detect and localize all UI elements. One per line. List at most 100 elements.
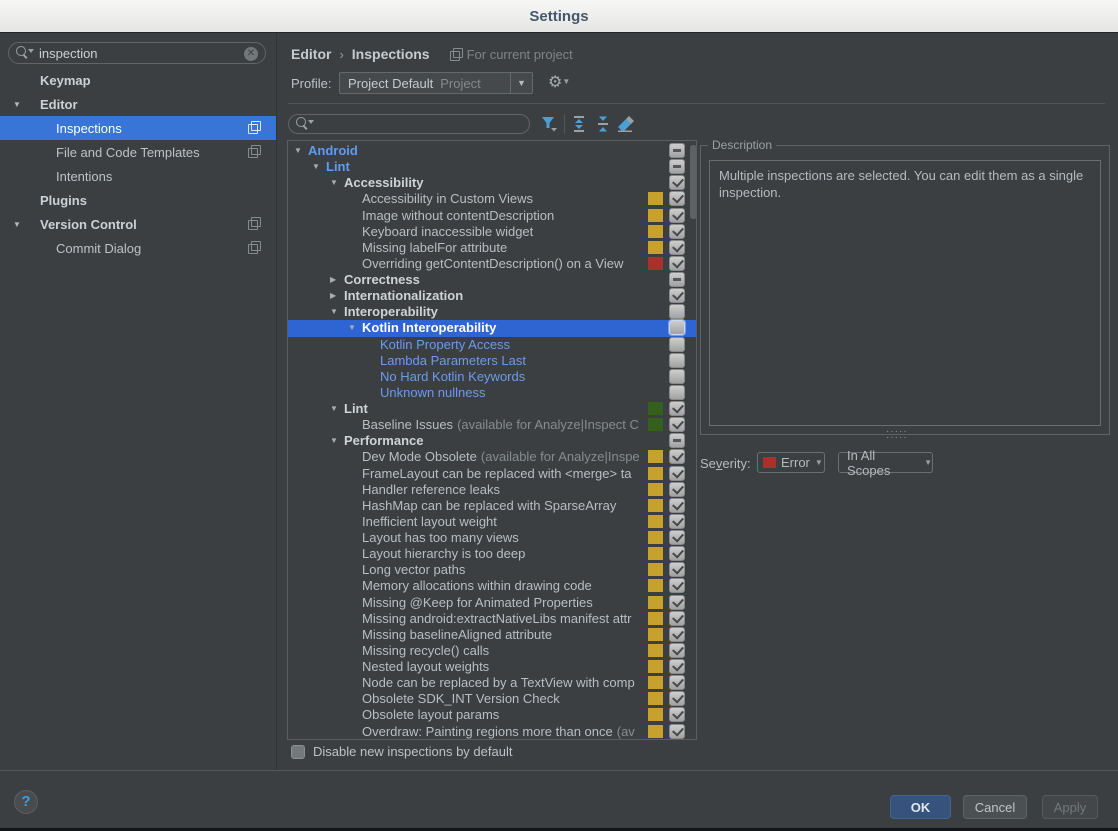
- sidebar-item-commit-dialog[interactable]: Commit Dialog: [0, 236, 276, 260]
- inspection-enabled-checkbox[interactable]: [669, 417, 685, 433]
- tree-row-performance[interactable]: ▼ Performance: [288, 433, 696, 449]
- inspection-enabled-checkbox[interactable]: [669, 659, 685, 674]
- tree-row-unknown-nullness[interactable]: Unknown nullness: [288, 384, 696, 401]
- expand-all-icon[interactable]: [570, 115, 588, 133]
- inspection-enabled-checkbox[interactable]: [669, 401, 685, 416]
- tree-row-accessibility-in-custom-views[interactable]: Accessibility in Custom Views: [288, 191, 696, 207]
- tree-row-accessibility[interactable]: ▼ Accessibility: [288, 175, 696, 191]
- sidebar-item-file-and-code-templates[interactable]: File and Code Templates: [0, 140, 276, 164]
- tree-row-missing-keep-for-animated-properties[interactable]: Missing @Keep for Animated Properties: [288, 594, 696, 611]
- tree-row-overdraw-painting-regions-more-than-once[interactable]: Overdraw: Painting regions more than onc…: [288, 723, 696, 740]
- inspection-enabled-checkbox[interactable]: [669, 481, 685, 497]
- tree-row-framelayout-can-be-replaced-with-merge-ta[interactable]: FrameLayout can be replaced with <merge>…: [288, 465, 696, 482]
- tree-row-dev-mode-obsolete[interactable]: Dev Mode Obsolete (available for Analyze|…: [288, 449, 696, 465]
- inspection-enabled-checkbox[interactable]: [669, 449, 685, 465]
- tree-row-missing-baselinealigned-attribute[interactable]: Missing baselineAligned attribute: [288, 626, 696, 643]
- inspection-enabled-checkbox[interactable]: [669, 368, 685, 384]
- inspection-enabled-checkbox[interactable]: [669, 433, 685, 449]
- tree-collapse-arrow-icon[interactable]: ▼: [328, 433, 344, 449]
- tree-collapse-arrow-icon[interactable]: ▼: [292, 143, 308, 159]
- inspection-enabled-checkbox[interactable]: [669, 191, 685, 207]
- tree-row-long-vector-paths[interactable]: Long vector paths: [288, 562, 696, 578]
- tree-row-no-hard-kotlin-keywords[interactable]: No Hard Kotlin Keywords: [288, 368, 696, 385]
- tree-collapse-arrow-icon[interactable]: ▼: [328, 175, 344, 191]
- inspection-enabled-checkbox[interactable]: [669, 272, 685, 287]
- inspection-enabled-checkbox[interactable]: [669, 352, 685, 368]
- inspection-enabled-checkbox[interactable]: [669, 530, 685, 545]
- tree-row-obsolete-layout-params[interactable]: Obsolete layout params: [288, 707, 696, 723]
- severity-combobox[interactable]: Error ▼: [757, 452, 825, 473]
- chevron-down-icon[interactable]: ▼: [13, 100, 21, 109]
- help-button[interactable]: ?: [14, 790, 38, 814]
- profile-combobox[interactable]: Project Default Project ▼: [339, 72, 533, 94]
- tree-row-obsolete-sdk-int-version-check[interactable]: Obsolete SDK_INT Version Check: [288, 691, 696, 707]
- tree-row-correctness[interactable]: ▶ Correctness: [288, 272, 696, 288]
- titlebar[interactable]: Settings: [0, 0, 1118, 33]
- tree-row-kotlin-property-access[interactable]: Kotlin Property Access: [288, 336, 696, 353]
- tree-row-baseline-issues[interactable]: Baseline Issues (available for Analyze|In…: [288, 417, 696, 433]
- tree-row-node-can-be-replaced-by-a-textview-with-comp[interactable]: Node can be replaced by a TextView with …: [288, 675, 696, 691]
- tree-row-inefficient-layout-weight[interactable]: Inefficient layout weight: [288, 513, 696, 530]
- tree-row-missing-labelfor-attribute[interactable]: Missing labelFor attribute: [288, 239, 696, 256]
- sidebar-item-inspections[interactable]: Inspections: [0, 116, 276, 140]
- disable-new-inspections-checkbox[interactable]: [291, 745, 305, 759]
- tree-row-image-without-contentdescription[interactable]: Image without contentDescription: [288, 207, 696, 224]
- inspection-enabled-checkbox[interactable]: [669, 594, 685, 610]
- inspection-enabled-checkbox[interactable]: [669, 691, 685, 707]
- tree-row-layout-hierarchy-is-too-deep[interactable]: Layout hierarchy is too deep: [288, 546, 696, 562]
- apply-button[interactable]: Apply: [1042, 795, 1098, 819]
- settings-search-input[interactable]: inspection ✕: [8, 42, 266, 64]
- inspections-filter-input[interactable]: [288, 114, 530, 134]
- inspection-enabled-checkbox[interactable]: [669, 255, 685, 271]
- inspection-enabled-checkbox[interactable]: [669, 707, 685, 723]
- tree-row-missing-recycle-calls[interactable]: Missing recycle() calls: [288, 642, 696, 659]
- cancel-button[interactable]: Cancel: [963, 795, 1027, 819]
- tree-row-lambda-parameters-last[interactable]: Lambda Parameters Last: [288, 352, 696, 369]
- inspection-enabled-checkbox[interactable]: [669, 223, 685, 239]
- inspection-enabled-checkbox[interactable]: [669, 610, 685, 626]
- scope-combobox[interactable]: In All Scopes ▼: [838, 448, 933, 478]
- chevron-down-icon[interactable]: ▼: [510, 73, 532, 93]
- tree-row-interoperability[interactable]: ▼ Interoperability: [288, 304, 696, 320]
- tree-collapse-arrow-icon[interactable]: ▼: [310, 159, 326, 175]
- sidebar-item-plugins[interactable]: Plugins: [0, 188, 276, 212]
- sidebar-item-editor[interactable]: ▼ Editor: [0, 92, 276, 116]
- breadcrumb-section[interactable]: Editor: [291, 46, 331, 62]
- tree-row-lint[interactable]: ▼ Lint: [288, 159, 696, 175]
- inspection-enabled-checkbox[interactable]: [669, 626, 685, 642]
- inspection-enabled-checkbox[interactable]: [669, 207, 685, 223]
- inspection-enabled-checkbox[interactable]: [669, 320, 685, 336]
- tree-row-missing-android-extractnativelibs-manifest-attr[interactable]: Missing android:extractNativeLibs manife…: [288, 610, 696, 627]
- inspection-enabled-checkbox[interactable]: [669, 175, 685, 191]
- tree-row-hashmap-can-be-replaced-with-sparsearray[interactable]: HashMap can be replaced with SparseArray: [288, 497, 696, 514]
- splitter-grip-handle[interactable]: ····· ·····: [886, 427, 908, 443]
- inspection-enabled-checkbox[interactable]: [669, 336, 685, 352]
- tree-row-internationalization[interactable]: ▶ Internationalization: [288, 288, 696, 304]
- inspection-enabled-checkbox[interactable]: [669, 578, 685, 594]
- sidebar-item-intentions[interactable]: Intentions: [0, 164, 276, 188]
- tree-row-layout-has-too-many-views[interactable]: Layout has too many views: [288, 530, 696, 546]
- inspection-enabled-checkbox[interactable]: [669, 513, 685, 529]
- tree-row-keyboard-inaccessible-widget[interactable]: Keyboard inaccessible widget: [288, 223, 696, 240]
- chevron-down-icon[interactable]: ▼: [13, 220, 21, 229]
- inspection-enabled-checkbox[interactable]: [669, 384, 685, 400]
- reset-eraser-icon[interactable]: [616, 115, 634, 133]
- clear-search-icon[interactable]: ✕: [244, 47, 258, 61]
- tree-expand-arrow-icon[interactable]: ▶: [328, 272, 344, 288]
- filter-funnel-icon[interactable]: [540, 115, 558, 133]
- sidebar-item-version-control[interactable]: ▼ Version Control: [0, 212, 276, 236]
- tree-row-memory-allocations-within-drawing-code[interactable]: Memory allocations within drawing code: [288, 578, 696, 594]
- tree-collapse-arrow-icon[interactable]: ▼: [346, 320, 362, 336]
- ok-button[interactable]: OK: [890, 795, 951, 819]
- inspection-enabled-checkbox[interactable]: [669, 465, 685, 481]
- inspection-enabled-checkbox[interactable]: [669, 675, 685, 691]
- inspection-enabled-checkbox[interactable]: [669, 159, 685, 175]
- tree-row-nested-layout-weights[interactable]: Nested layout weights: [288, 659, 696, 675]
- inspection-enabled-checkbox[interactable]: [669, 723, 685, 739]
- tree-collapse-arrow-icon[interactable]: ▼: [328, 401, 344, 417]
- inspection-enabled-checkbox[interactable]: [669, 497, 685, 513]
- inspection-enabled-checkbox[interactable]: [669, 642, 685, 658]
- inspection-enabled-checkbox[interactable]: [669, 304, 685, 320]
- tree-row-kotlin-interoperability[interactable]: ▼ Kotlin Interoperability: [288, 320, 696, 337]
- profile-actions-gear-icon[interactable]: ⚙▼: [548, 72, 570, 92]
